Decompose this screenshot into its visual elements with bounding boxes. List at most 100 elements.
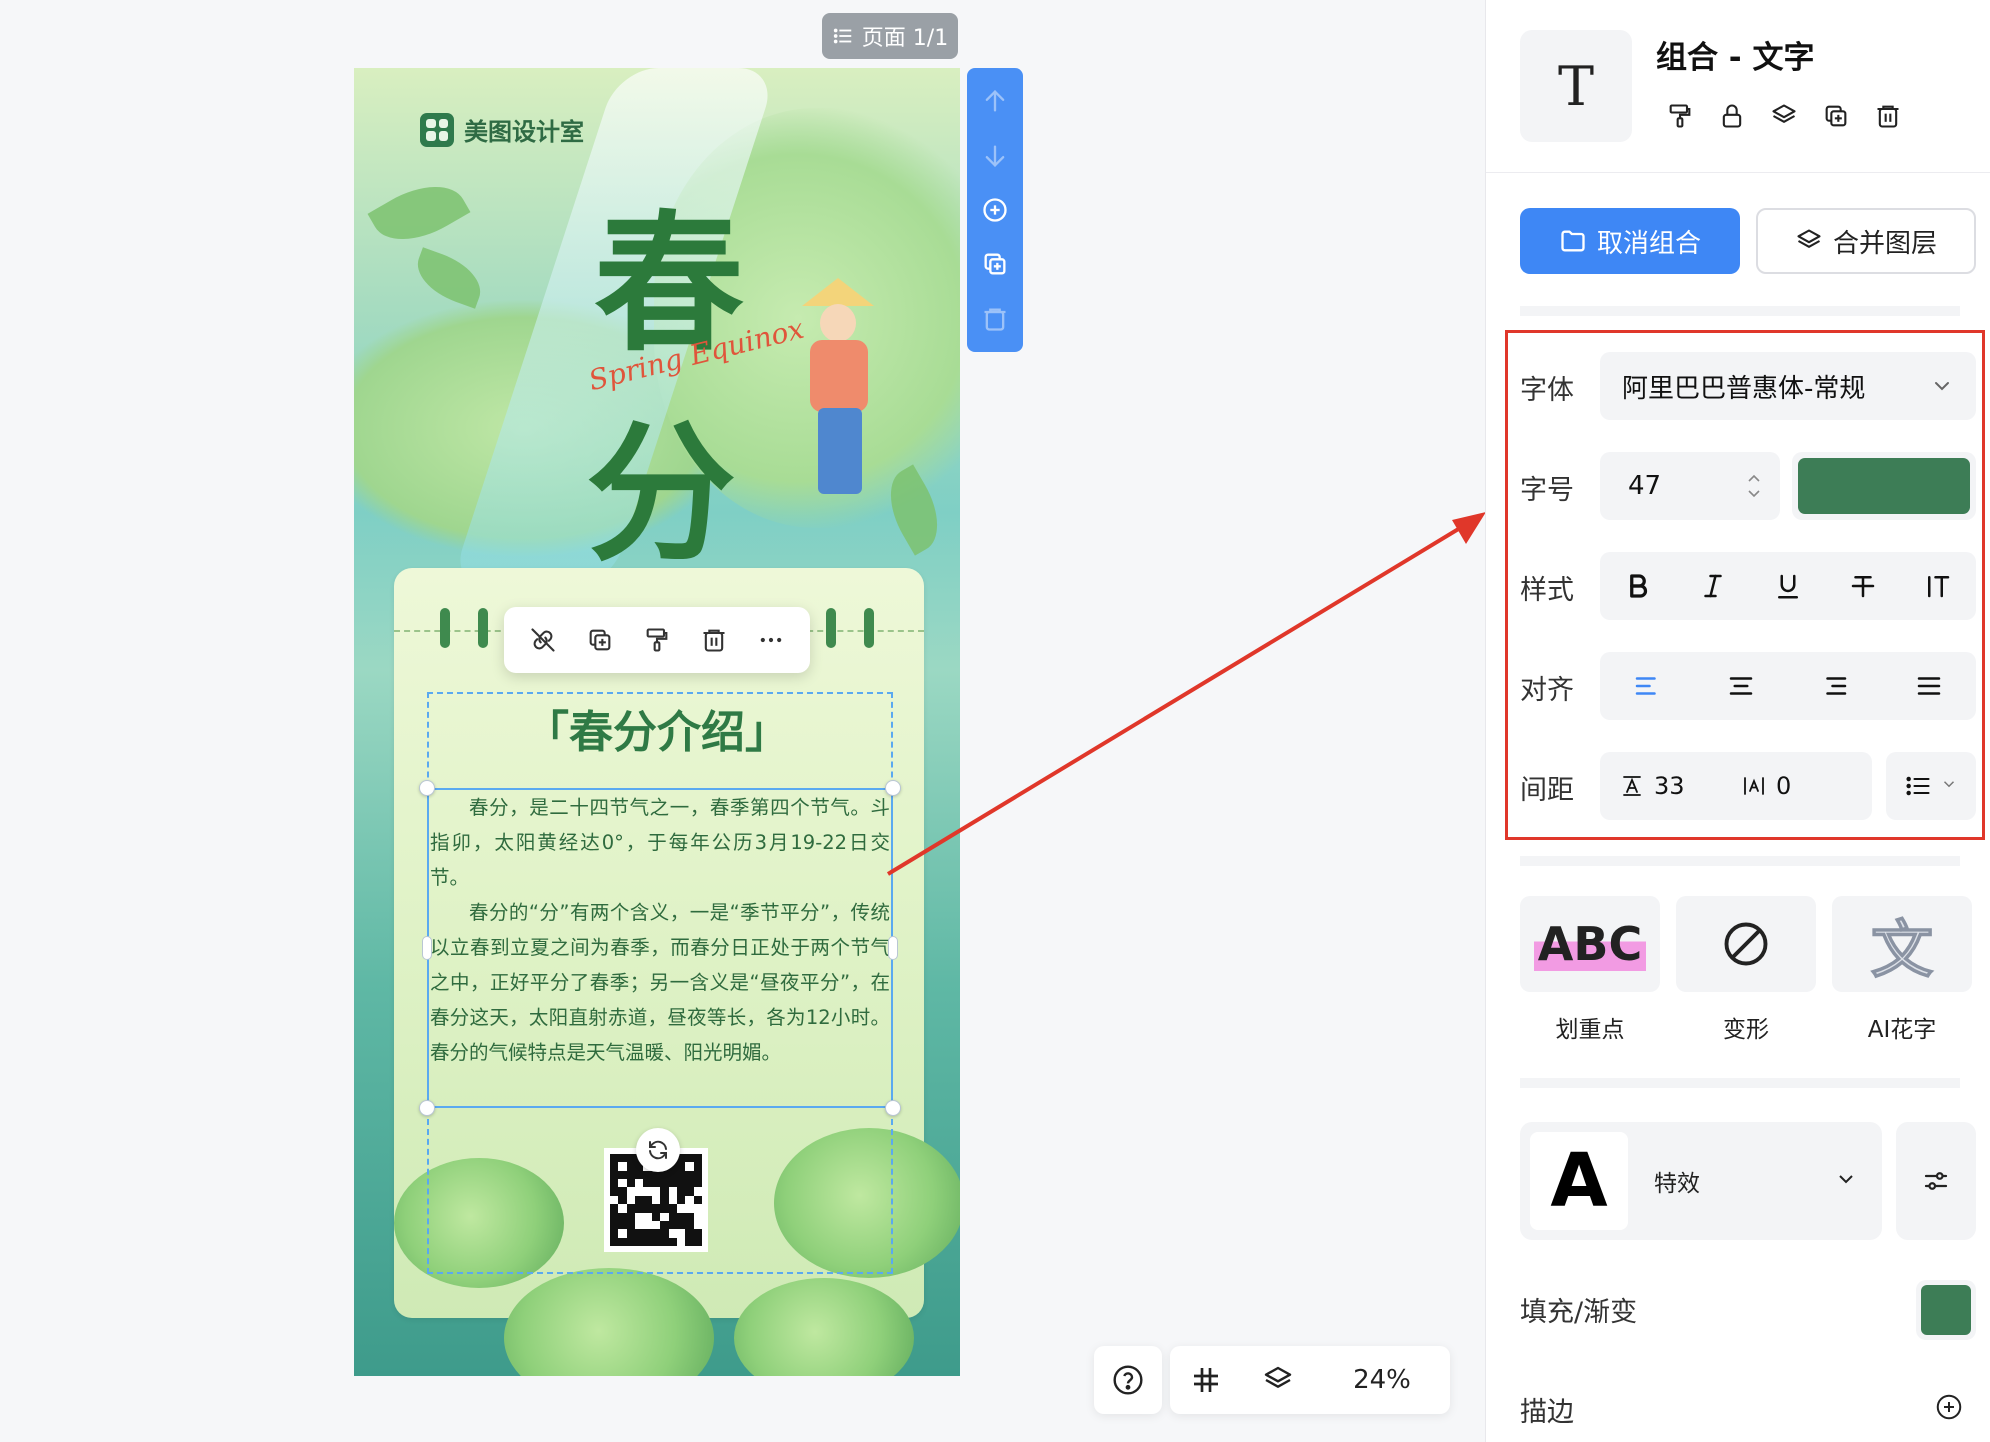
resize-handle[interactable] xyxy=(419,1100,435,1116)
title-char-fen[interactable]: 分 xyxy=(586,373,736,590)
font-family-select[interactable]: 阿里巴巴普惠体-常规 xyxy=(1600,352,1976,420)
page-indicator[interactable]: 页面 1/1 xyxy=(822,13,958,59)
duplicate-button[interactable] xyxy=(580,620,620,660)
text-align-group xyxy=(1600,652,1976,720)
zoom-level[interactable]: 24% xyxy=(1314,1346,1450,1414)
effect-adjust-button[interactable] xyxy=(1896,1122,1976,1240)
help-button[interactable] xyxy=(1094,1346,1162,1414)
merge-layers-button[interactable]: 合并图层 xyxy=(1756,208,1976,274)
plus-circle-icon xyxy=(1936,1394,1962,1420)
stroke-label: 描边 xyxy=(1520,1397,1574,1428)
move-down-button[interactable] xyxy=(975,136,1015,176)
page-indicator-label: 页面 1/1 xyxy=(861,26,949,51)
trash-icon xyxy=(703,629,725,652)
layers-button[interactable] xyxy=(1242,1346,1314,1414)
chevron-down-icon xyxy=(1943,781,1955,788)
line-spacing-input[interactable]: 33 xyxy=(1620,772,1730,800)
duplicate-icon xyxy=(589,629,611,651)
layers-icon xyxy=(1797,229,1821,248)
align-justify-button[interactable] xyxy=(1901,658,1957,714)
intro-title[interactable]: 「春分介绍」 xyxy=(354,696,960,760)
more-button[interactable] xyxy=(751,620,791,660)
add-page-button[interactable] xyxy=(975,190,1015,230)
chevron-down-icon[interactable] xyxy=(1746,487,1762,501)
text-style-group xyxy=(1600,552,1976,620)
special-effect-preview: A xyxy=(1530,1132,1628,1230)
layer-button[interactable] xyxy=(1766,98,1802,134)
fill-label: 填充/渐变 xyxy=(1520,1297,1638,1328)
delete-button[interactable] xyxy=(694,620,734,660)
vertical-text-icon xyxy=(1928,576,1950,598)
align-right-button[interactable] xyxy=(1807,658,1863,714)
unlink-button[interactable] xyxy=(523,620,563,660)
rotate-icon xyxy=(649,1140,667,1160)
list-style-button[interactable] xyxy=(1886,752,1976,820)
underline-button[interactable] xyxy=(1760,558,1816,614)
italic-button[interactable] xyxy=(1685,558,1741,614)
bold-button[interactable] xyxy=(1610,558,1666,614)
resize-handle[interactable] xyxy=(885,780,901,796)
ungroup-label: 取消组合 xyxy=(1596,228,1701,259)
delete-button[interactable] xyxy=(1870,98,1906,134)
leaf-decoration xyxy=(409,247,489,309)
plus-circle-icon xyxy=(983,198,1007,222)
letter-spacing-icon xyxy=(1744,777,1764,795)
list-icon xyxy=(1906,776,1930,796)
duplicate-icon xyxy=(1825,105,1847,127)
font-size-input[interactable]: 47 xyxy=(1600,452,1780,520)
copy-page-button[interactable] xyxy=(975,244,1015,284)
element-toolbar xyxy=(504,607,810,673)
add-stroke-button[interactable] xyxy=(1932,1390,1966,1424)
font-label: 字体 xyxy=(1520,375,1574,406)
properties-panel: T 组合 - 文字 取消组合 合并图层 字体 阿里巴巴普惠体-常规 字号 47 … xyxy=(1485,0,1990,1442)
fill-color-picker[interactable] xyxy=(1916,1280,1976,1340)
lock-icon xyxy=(1722,104,1742,128)
special-effect-select[interactable]: A 特效 xyxy=(1520,1122,1882,1240)
grid-toggle-button[interactable] xyxy=(1170,1346,1242,1414)
size-label: 字号 xyxy=(1520,475,1574,506)
font-size-stepper[interactable] xyxy=(1746,471,1762,501)
move-up-button[interactable] xyxy=(975,81,1015,121)
vertical-text-button[interactable] xyxy=(1910,558,1966,614)
format-painter-button[interactable] xyxy=(637,620,677,660)
object-actions xyxy=(1662,98,1906,134)
leaf-decoration xyxy=(367,168,471,258)
chevron-up-icon[interactable] xyxy=(1746,471,1762,485)
letter-spacing-input[interactable]: 0 xyxy=(1742,772,1852,800)
strikethrough-button[interactable] xyxy=(1835,558,1891,614)
ai-flower-text-preview: 文 xyxy=(1870,912,1934,987)
arrow-down-icon xyxy=(985,145,1005,167)
align-label: 对齐 xyxy=(1520,675,1574,706)
format-painter-icon xyxy=(1669,104,1691,128)
intro-body-text[interactable]: 春分，是二十四节气之一，春季第四个节气。斗指卯，太阳黄经达0°，于每年公历3月1… xyxy=(430,790,890,1070)
ungroup-button[interactable]: 取消组合 xyxy=(1520,208,1740,274)
highlight-effect-card[interactable]: ABC xyxy=(1520,896,1660,992)
format-painter-button[interactable] xyxy=(1662,98,1698,134)
canvas-area: 页面 1/1 美图设计室 春 Spring Equinox 分 「春分介绍」 春… xyxy=(0,0,1485,1442)
duplicate-button[interactable] xyxy=(1818,98,1854,134)
list-icon xyxy=(833,28,852,44)
line-spacing-icon xyxy=(1623,776,1641,796)
ai-flower-text-label: AI花字 xyxy=(1867,1017,1937,1043)
resize-handle[interactable] xyxy=(419,780,435,796)
resize-handle[interactable] xyxy=(422,936,432,960)
ai-flower-text-card[interactable]: 文 xyxy=(1832,896,1972,992)
align-left-button[interactable] xyxy=(1619,658,1675,714)
lock-button[interactable] xyxy=(1714,98,1750,134)
farmer-illustration[interactable] xyxy=(784,278,904,518)
brand-logo[interactable]: 美图设计室 xyxy=(420,112,584,147)
align-left-icon xyxy=(1635,677,1656,695)
font-family-value: 阿里巴巴普惠体-常规 xyxy=(1622,373,1866,404)
align-center-button[interactable] xyxy=(1713,658,1769,714)
text-color-swatch xyxy=(1798,458,1970,514)
fill-color-swatch xyxy=(1921,1285,1971,1335)
rotate-button[interactable] xyxy=(636,1128,680,1172)
spacing-label: 间距 xyxy=(1520,775,1574,806)
text-color-picker[interactable] xyxy=(1792,452,1976,520)
duplicate-icon xyxy=(984,253,1006,275)
resize-handle[interactable] xyxy=(888,936,898,960)
warp-effect-card[interactable] xyxy=(1676,896,1816,992)
line-spacing-value: 33 xyxy=(1654,772,1685,800)
resize-handle[interactable] xyxy=(885,1100,901,1116)
delete-page-button[interactable] xyxy=(975,299,1015,339)
